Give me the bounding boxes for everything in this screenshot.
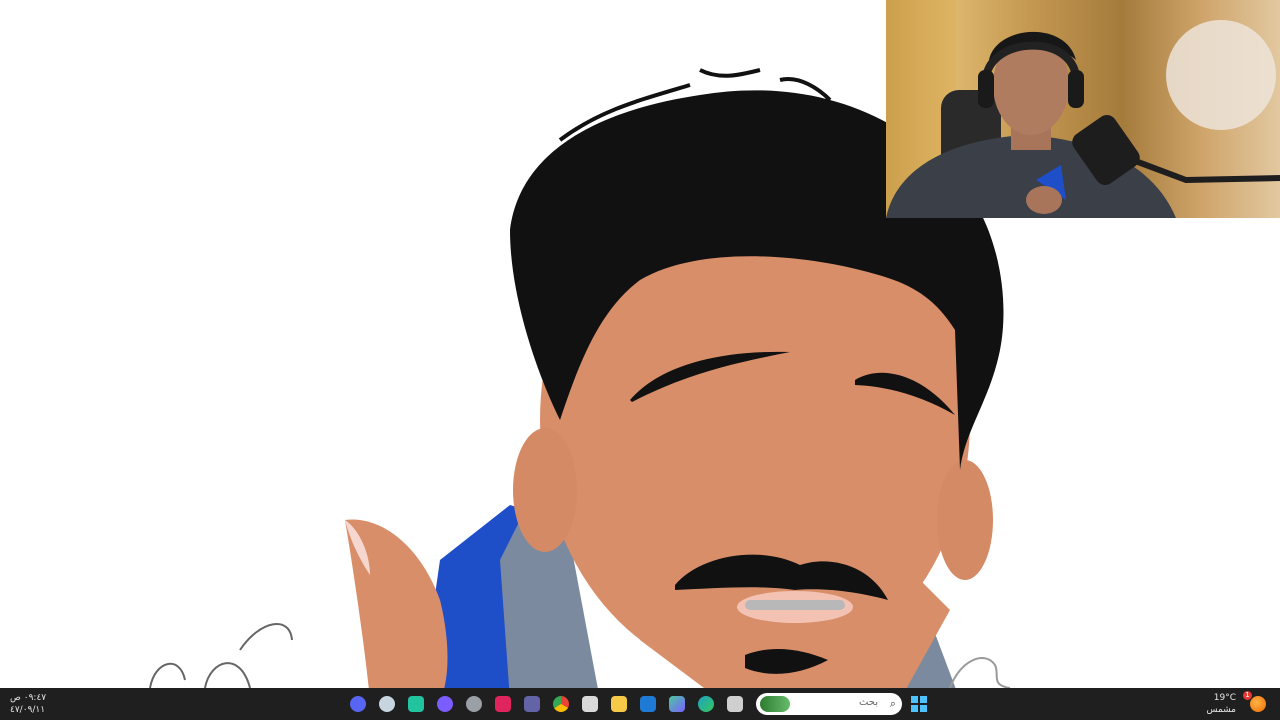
taskbar: ٠٩:٤٧ ص ٤٧/٠٩/١١ بحث ⌕ 19°C مشمس 1 — [0, 688, 1280, 720]
search-icon: ⌕ — [889, 697, 896, 710]
mail-icon[interactable] — [636, 692, 660, 716]
teeth-braces — [745, 600, 845, 610]
app-icon[interactable] — [404, 692, 428, 716]
notepad-icon[interactable] — [723, 692, 747, 716]
copilot-icon[interactable] — [665, 692, 689, 716]
ear-left — [513, 428, 577, 552]
taskbar-apps: بحث ⌕ — [346, 691, 931, 717]
teams-icon[interactable] — [520, 692, 544, 716]
folder-icon[interactable] — [607, 692, 631, 716]
taskbar-clock[interactable]: ٠٩:٤٧ ص ٤٧/٠٩/١١ — [10, 692, 46, 716]
search-placeholder: بحث — [858, 697, 878, 708]
chrome-icon[interactable] — [549, 692, 573, 716]
clock-time: ٠٩:٤٧ ص — [10, 693, 47, 703]
clock-date: ٤٧/٠٩/١١ — [10, 705, 46, 715]
edge-icon[interactable] — [694, 692, 718, 716]
sketch-scribble-right — [949, 657, 1011, 688]
ear-right — [937, 460, 993, 580]
search-box[interactable]: بحث ⌕ — [756, 693, 902, 715]
sketch-scribble-left — [149, 623, 293, 688]
steam-icon[interactable] — [375, 692, 399, 716]
start-button[interactable] — [907, 692, 931, 716]
webcam-feed — [886, 0, 1280, 218]
app-icon[interactable] — [433, 692, 457, 716]
windows-icon — [911, 696, 927, 712]
lamp-light — [1166, 20, 1276, 130]
weather-temp: 19°C — [1213, 693, 1236, 703]
adobe-icon[interactable] — [491, 692, 515, 716]
gear-icon[interactable] — [462, 692, 486, 716]
webcam-overlay — [886, 0, 1280, 218]
sun-icon[interactable] — [1250, 696, 1266, 712]
weather-label: مشمس — [1206, 705, 1236, 715]
discord-icon[interactable] — [346, 692, 370, 716]
search-highlight-image — [760, 696, 790, 712]
weather-widget[interactable]: 19°C مشمس — [1206, 692, 1236, 716]
notification-badge: 1 — [1243, 691, 1252, 700]
store-icon[interactable] — [578, 692, 602, 716]
